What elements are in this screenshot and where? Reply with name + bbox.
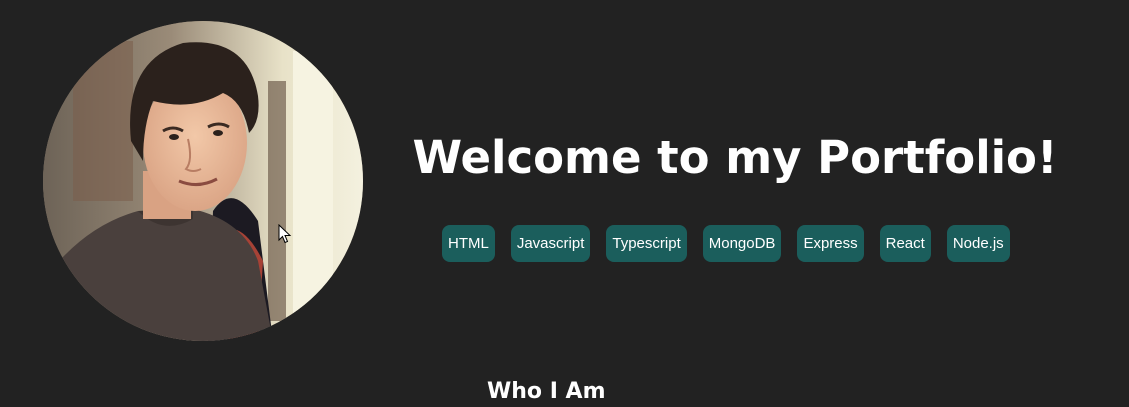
skill-tag[interactable]: Express [797,225,864,262]
avatar-photo [43,21,363,341]
skill-tag[interactable]: React [879,225,931,262]
who-i-am-heading: Who I Am [487,379,606,404]
skill-tags: HTML Javascript Typescript MongoDB Express Re… [442,225,1010,262]
page-title: Welcome to my Portfolio! [412,131,1058,184]
skill-tag[interactable]: MongoDB [702,225,782,262]
skill-tag[interactable]: HTML [442,225,495,262]
avatar [43,21,363,341]
skill-tag[interactable]: Typescript [606,225,687,262]
mouse-pointer-icon [278,224,292,244]
skill-tag[interactable]: Node.js [946,225,1010,262]
skill-tag[interactable]: Javascript [510,225,591,262]
